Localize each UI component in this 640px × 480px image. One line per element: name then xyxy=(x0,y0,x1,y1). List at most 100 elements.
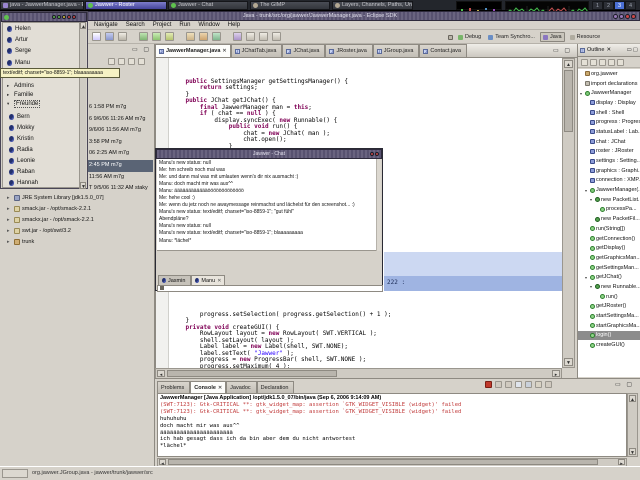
new-java-project-icon[interactable] xyxy=(186,32,195,41)
expander-icon[interactable]: ▾ xyxy=(585,275,589,280)
close-icon[interactable]: ✕ xyxy=(218,385,222,391)
new-package-icon[interactable] xyxy=(199,32,208,41)
hide-non-public-icon[interactable] xyxy=(608,58,615,66)
remove-all-launches-icon[interactable] xyxy=(505,381,512,388)
link-with-editor-icon[interactable] xyxy=(118,58,125,65)
smiley-icon[interactable] xyxy=(160,286,164,291)
run-icon[interactable] xyxy=(152,32,161,41)
print-icon[interactable] xyxy=(118,32,127,41)
roster-contact[interactable]: Helen xyxy=(3,23,80,34)
scrollbar-thumb[interactable] xyxy=(168,459,598,465)
outline-row[interactable]: progress : Progres... xyxy=(578,117,640,127)
console-output[interactable]: JawwerManager [Java Application] /opt/jd… xyxy=(157,393,627,457)
filters-icon[interactable] xyxy=(128,58,135,65)
scroll-up-icon[interactable]: ▲ xyxy=(564,60,573,68)
scroll-down-icon[interactable]: ▼ xyxy=(629,448,636,456)
outline-row[interactable]: processPa... xyxy=(578,205,640,215)
taskbar-window-eclipse[interactable]: java - JawwerManager.java - E... xyxy=(0,1,84,10)
collapse-all-icon[interactable] xyxy=(108,58,115,65)
editor-tab[interactable]: J JawwerManager.java ✕ xyxy=(155,44,231,57)
roster-contact[interactable]: Manu xyxy=(3,57,80,68)
editor-tab[interactable]: J JChatTab.java xyxy=(230,44,283,57)
chat-message-log[interactable]: Manu's new status: null Me: hm schreib no… xyxy=(157,159,381,251)
last-edit-location-icon[interactable] xyxy=(246,32,255,41)
outline-row[interactable]: getJRoster() xyxy=(578,302,640,312)
hide-local-types-icon[interactable] xyxy=(617,58,624,66)
view-minmax-buttons[interactable]: ▭▢ xyxy=(627,47,639,53)
scroll-lock-icon[interactable] xyxy=(525,381,532,388)
remove-launch-icon[interactable] xyxy=(495,381,502,388)
expander-icon[interactable]: ▾ xyxy=(580,91,584,96)
workspace-button[interactable]: 4 xyxy=(625,1,636,10)
scroll-up-icon[interactable]: ▲ xyxy=(80,22,86,30)
outline-row[interactable]: startSettingsMa... xyxy=(578,311,640,321)
roster-contact[interactable]: Serge xyxy=(3,46,80,57)
tree-row[interactable]: ▸ smackx.jar - /opt/smack-2.2.1 xyxy=(7,214,153,225)
view-minmax-buttons[interactable]: ▭ ▢ xyxy=(615,381,634,388)
outline-row[interactable]: graphics : Graphi... xyxy=(578,166,640,176)
roster-contact[interactable]: Artur xyxy=(3,34,80,45)
workspace-button[interactable]: 3 xyxy=(614,1,625,10)
outline-row[interactable]: getDisplay() xyxy=(578,243,640,253)
outline-row[interactable]: statusLabel : Lab... xyxy=(578,127,640,137)
maximize-button[interactable] xyxy=(625,14,630,19)
workspace-button[interactable]: 1 xyxy=(592,1,603,10)
view-menu-icon[interactable] xyxy=(138,58,145,65)
menu-item[interactable]: Run xyxy=(179,22,190,28)
outline-row[interactable]: ▾ JawwerManager(...) xyxy=(578,185,640,195)
outline-row[interactable]: startGraphicsMa... xyxy=(578,321,640,331)
close-icon[interactable]: ✕ xyxy=(606,47,611,53)
outline-row[interactable]: org.jawwer xyxy=(578,69,640,79)
outline-row[interactable]: ▾ getJChat() xyxy=(578,272,640,282)
outline-row[interactable]: ▾ new PacketList... xyxy=(578,195,640,205)
chat-tab[interactable]: Manu ✕ xyxy=(191,275,226,285)
menu-item[interactable]: Project xyxy=(153,22,172,28)
hide-static-icon[interactable] xyxy=(599,58,606,66)
outline-row[interactable]: import declarations xyxy=(578,79,640,89)
save-icon[interactable] xyxy=(105,32,114,41)
titlebar-button[interactable] xyxy=(57,15,61,19)
editor-tab[interactable]: J JRoster.java xyxy=(325,44,373,57)
scroll-right-icon[interactable]: ▸ xyxy=(552,370,560,378)
perspective-resource[interactable]: Resource xyxy=(568,32,603,42)
expander-icon[interactable]: ▸ xyxy=(7,228,12,234)
outline-row[interactable]: login() xyxy=(578,330,640,341)
expander-icon[interactable]: ▾ xyxy=(590,197,594,202)
perspective-debug[interactable]: Debug xyxy=(456,32,483,42)
debug-icon[interactable] xyxy=(139,32,148,41)
roster-group[interactable]: ▸ Admins xyxy=(5,81,80,90)
editor-tab[interactable]: J Contact.java xyxy=(419,44,467,57)
editor-tab[interactable]: J JGroup.java xyxy=(372,44,420,57)
roster-contact[interactable]: Raban xyxy=(5,166,80,177)
external-tools-icon[interactable] xyxy=(165,32,174,41)
titlebar-button[interactable] xyxy=(67,15,71,19)
titlebar-button[interactable] xyxy=(370,152,374,156)
forward-icon[interactable] xyxy=(272,32,281,41)
outline-row[interactable]: getConnection() xyxy=(578,234,640,244)
roster-titlebar[interactable] xyxy=(1,12,87,22)
workspace-button[interactable]: 2 xyxy=(603,1,614,10)
roster-list[interactable]: Helen Artur Serge Manu ▸ Admins ▸ Famili… xyxy=(2,22,81,188)
terminate-icon[interactable] xyxy=(485,381,492,388)
roster-scrollbar[interactable]: ▲ ▼ xyxy=(79,22,86,190)
scroll-down-icon[interactable]: ▼ xyxy=(564,358,573,366)
scrollbar-thumb[interactable] xyxy=(564,70,573,132)
close-icon[interactable]: ✕ xyxy=(222,48,226,54)
scroll-left-icon[interactable]: ◂ xyxy=(157,370,165,378)
titlebar-button[interactable] xyxy=(62,15,66,19)
outline-row[interactable]: chat : JChat xyxy=(578,137,640,147)
expander-icon[interactable]: ▸ xyxy=(7,217,12,223)
scrollbar-thumb[interactable] xyxy=(167,370,337,377)
chat-titlebar[interactable]: Jawwer - Chat xyxy=(156,149,382,159)
tree-row[interactable]: ▸ JRE System Library [jdk1.5.0_07] xyxy=(7,192,153,203)
perspective-team-synchronizing[interactable]: Team Synchro... xyxy=(486,32,537,42)
shade-button[interactable] xyxy=(613,14,618,19)
open-perspective-icon[interactable] xyxy=(448,34,453,40)
taskbar-window-jawwer-roster[interactable]: Jawwer - Roster xyxy=(85,1,167,10)
outline-row[interactable]: getGraphicsMan... xyxy=(578,253,640,263)
scroll-right-icon[interactable]: ▸ xyxy=(618,459,625,467)
taskbar-window-gimp[interactable]: The GIMP xyxy=(250,1,330,10)
outline-row[interactable]: shell : Shell xyxy=(578,108,640,118)
hide-fields-icon[interactable] xyxy=(590,58,597,66)
outline-row[interactable]: new PacketFil... xyxy=(578,214,640,224)
